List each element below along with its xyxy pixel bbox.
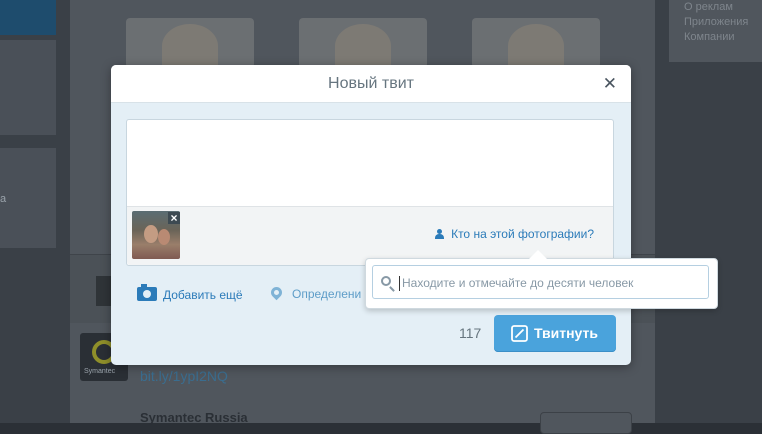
left-panel — [0, 40, 56, 135]
character-counter: 117 — [459, 325, 482, 341]
logo-text: Symantec — [84, 368, 116, 375]
left-panel-lower — [0, 148, 56, 248]
left-top-block — [0, 0, 56, 35]
timeline-thumb — [96, 276, 112, 306]
follow-button[interactable] — [540, 412, 632, 434]
tag-people-label: Кто на этой фотографии? — [451, 227, 594, 241]
footer-link[interactable]: О реклам — [684, 0, 748, 15]
compose-feather-icon — [511, 325, 528, 342]
tag-search-input[interactable]: Находите и отмечайте до десяти человек — [372, 265, 709, 299]
new-tweet-dialog: Новый твит ✕ × Кто на этой фотографии? Д… — [111, 65, 631, 365]
search-icon — [381, 276, 391, 286]
background-photo — [299, 18, 427, 68]
attached-photo[interactable]: × — [132, 211, 180, 259]
camera-icon — [137, 284, 157, 301]
dialog-title: Новый твит — [328, 75, 414, 92]
background-photo — [126, 18, 254, 68]
dialog-header: Новый твит ✕ — [111, 65, 631, 103]
text-cursor — [399, 276, 400, 291]
tag-people-link[interactable]: Кто на этой фотографии? — [435, 227, 594, 241]
remove-photo-icon[interactable]: × — [168, 212, 180, 224]
background-photo — [472, 18, 600, 68]
tweet-textarea[interactable]: × Кто на этой фотографии? — [126, 119, 614, 266]
tweet-link[interactable]: bit.ly/1ypI2NQ — [140, 368, 228, 384]
location-label: Определени — [292, 287, 362, 301]
close-icon[interactable]: ✕ — [603, 74, 617, 94]
right-sidebar-links: О реклам Приложения Компании — [684, 0, 748, 45]
tweet-button-label: Твитнуть — [534, 325, 598, 341]
footer-link[interactable]: Компании — [684, 30, 748, 45]
tag-search-placeholder: Находите и отмечайте до десяти человек — [402, 276, 634, 290]
footer-link[interactable]: Приложения — [684, 15, 748, 30]
location-pin-icon — [268, 284, 285, 301]
tweet-button[interactable]: Твитнуть — [494, 315, 616, 352]
add-photo-label: Добавить ещё — [163, 288, 243, 302]
add-photo-button[interactable]: Добавить ещё — [137, 284, 243, 302]
left-panel-text: а — [0, 193, 7, 205]
popup-caret — [529, 250, 547, 259]
location-button[interactable]: Определени — [268, 284, 362, 301]
person-icon — [435, 229, 445, 239]
